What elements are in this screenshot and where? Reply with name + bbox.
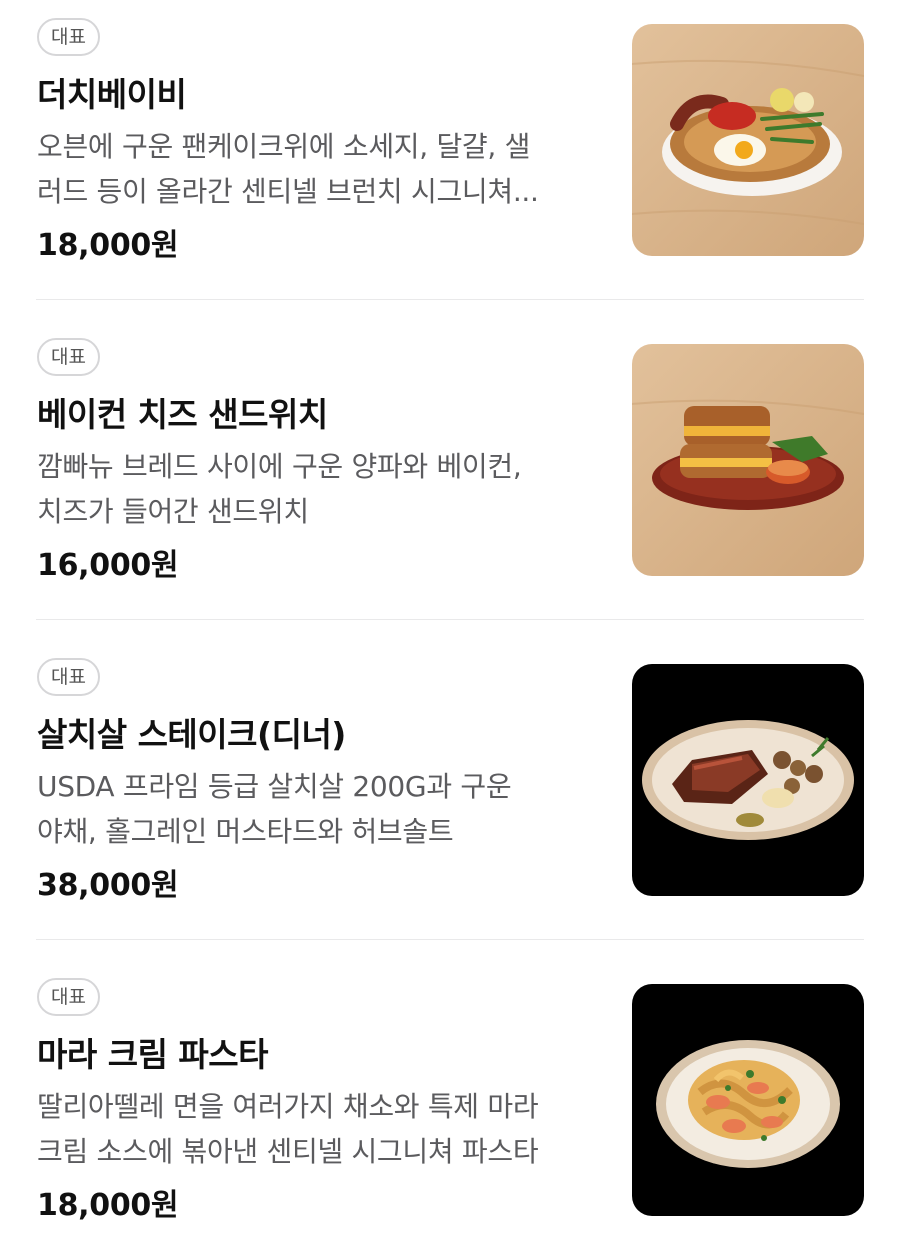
description-line-1: USDA 프라임 등급 살치살 200G과 구운 xyxy=(37,770,512,803)
menu-item-name: 베이컨 치즈 샌드위치 xyxy=(37,395,328,434)
description-line-2: 야채, 홀그레인 머스타드와 허브솔트 xyxy=(37,815,454,848)
mala-cream-pasta-photo[interactable] xyxy=(632,984,864,1216)
menu-item-chuck-flap-steak[interactable]: 대표 살치살 스테이크(디너) USDA 프라임 등급 살치살 200G과 구운… xyxy=(0,640,900,960)
bacon-cheese-sandwich-photo[interactable] xyxy=(632,344,864,576)
description-line-2: 크림 소스에 볶아낸 센티넬 시그니쳐 파스타 xyxy=(37,1135,539,1168)
menu-list: 대표 더치베이비 오븐에 구운 팬케이크위에 소세지, 달걀, 샐 러드 등이 … xyxy=(0,0,900,1249)
description-line-2: 치즈가 들어간 샌드위치 xyxy=(37,495,309,528)
menu-item-name: 살치살 스테이크(디너) xyxy=(37,715,346,754)
description-line-1: 깜빠뉴 브레드 사이에 구운 양파와 베이컨, xyxy=(37,450,522,483)
menu-item-price: 18,000원 xyxy=(37,1188,179,1223)
mala-cream-pasta-image xyxy=(632,984,864,1216)
menu-item-price: 16,000원 xyxy=(37,548,179,583)
description-line-1: 오븐에 구운 팬케이크위에 소세지, 달걀, 샐 xyxy=(37,130,531,163)
steak-dinner-image xyxy=(632,664,864,896)
divider xyxy=(36,299,864,300)
bacon-cheese-sandwich-image xyxy=(632,344,864,576)
signature-badge: 대표 xyxy=(37,338,100,376)
divider xyxy=(36,619,864,620)
menu-item-bacon-cheese-sandwich[interactable]: 대표 베이컨 치즈 샌드위치 깜빠뉴 브레드 사이에 구운 양파와 베이컨, 치… xyxy=(0,320,900,640)
menu-item-name: 더치베이비 xyxy=(37,75,187,114)
signature-badge: 대표 xyxy=(37,658,100,696)
dutch-baby-photo[interactable] xyxy=(632,24,864,256)
menu-item-price: 38,000원 xyxy=(37,868,179,903)
signature-badge: 대표 xyxy=(37,18,100,56)
menu-item-description: 깜빠뉴 브레드 사이에 구운 양파와 베이컨, 치즈가 들어간 샌드위치 xyxy=(37,444,602,534)
menu-item-name: 마라 크림 파스타 xyxy=(37,1035,269,1074)
menu-item-dutch-baby[interactable]: 대표 더치베이비 오븐에 구운 팬케이크위에 소세지, 달걀, 샐 러드 등이 … xyxy=(0,0,900,320)
menu-item-description: 딸리아뗄레 면을 여러가지 채소와 특제 마라 크림 소스에 볶아낸 센티넬 시… xyxy=(37,1084,602,1174)
menu-item-description: USDA 프라임 등급 살치살 200G과 구운 야채, 홀그레인 머스타드와 … xyxy=(37,764,602,854)
divider xyxy=(36,939,864,940)
description-line-1: 딸리아뗄레 면을 여러가지 채소와 특제 마라 xyxy=(37,1090,539,1123)
dutch-baby-image xyxy=(632,24,864,256)
menu-item-description: 오븐에 구운 팬케이크위에 소세지, 달걀, 샐 러드 등이 올라간 센티넬 브… xyxy=(37,124,602,214)
description-line-2: 러드 등이 올라간 센티넬 브런치 시그니쳐... xyxy=(37,175,539,208)
steak-dinner-photo[interactable] xyxy=(632,664,864,896)
signature-badge: 대표 xyxy=(37,978,100,1016)
menu-item-price: 18,000원 xyxy=(37,228,179,263)
menu-item-mala-cream-pasta[interactable]: 대표 마라 크림 파스타 딸리아뗄레 면을 여러가지 채소와 특제 마라 크림 … xyxy=(0,960,900,1249)
